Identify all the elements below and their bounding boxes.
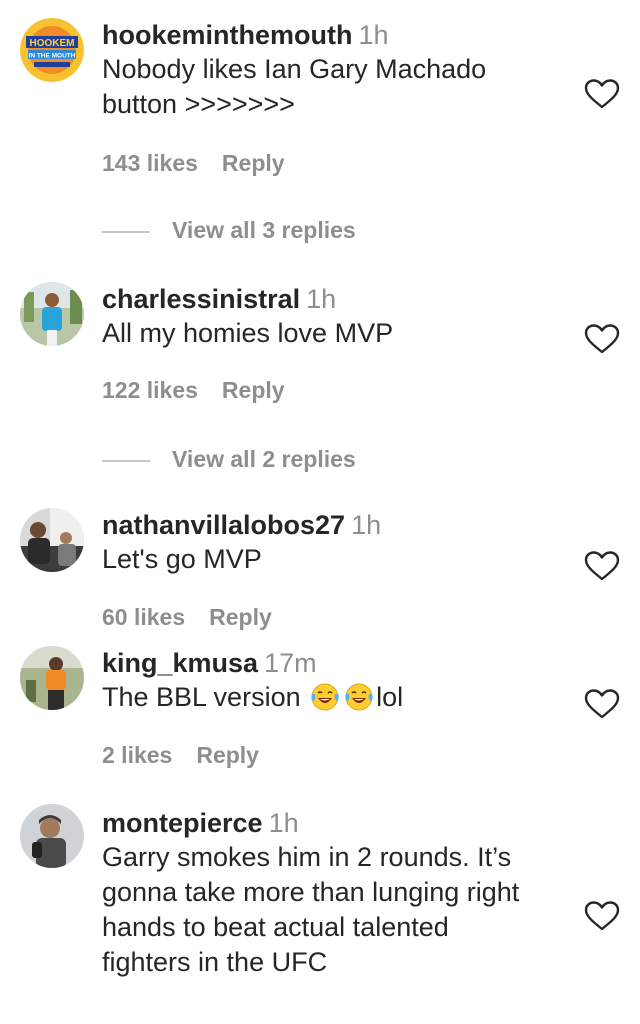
- comment-body: hookeminthemouth 1h Nobody likes Ian Gary…: [102, 18, 572, 122]
- avatar[interactable]: HOOKEM IN THE MOUTH: [20, 18, 84, 82]
- comment-body: nathanvillalobos27 1h Let's go MVP: [102, 508, 572, 577]
- heart-outline-icon: [584, 551, 620, 581]
- comment-actions: 60 likes Reply: [102, 604, 272, 631]
- comment-header: montepierce 1h: [102, 806, 572, 840]
- heart-outline-icon: [584, 324, 620, 354]
- comment-text-line: fighters in the UFC: [102, 947, 328, 977]
- avatar[interactable]: [20, 508, 84, 572]
- comment-text-line: Let's go MVP: [102, 544, 262, 574]
- reply-button[interactable]: Reply: [209, 604, 272, 630]
- comment-text-line: Nobody likes Ian Gary Machado: [102, 54, 487, 84]
- comment-text-line: button >>>>>>>: [102, 89, 295, 119]
- timestamp: 1h: [268, 808, 299, 838]
- timestamp: 17m: [264, 648, 317, 678]
- comment-header: nathanvillalobos27 1h: [102, 508, 572, 542]
- like-button[interactable]: [584, 688, 620, 720]
- comment-text-line: hands to beat actual talented: [102, 912, 449, 942]
- comment-actions: 2 likes Reply: [102, 742, 259, 769]
- reply-button[interactable]: Reply: [222, 377, 285, 403]
- comment-text-line: Garry smokes him in 2 rounds. It’s: [102, 842, 512, 872]
- username[interactable]: montepierce: [102, 808, 263, 838]
- view-replies-button[interactable]: View all 2 replies: [102, 446, 502, 476]
- likes-count[interactable]: 122 likes: [102, 377, 198, 403]
- comment-text-line: gonna take more than lunging right: [102, 877, 520, 907]
- avatar[interactable]: [20, 282, 84, 346]
- username[interactable]: charlessinistral: [102, 284, 300, 314]
- view-replies-label[interactable]: View all 3 replies: [172, 217, 356, 244]
- comment-header: king_kmusa 17m: [102, 646, 572, 680]
- likes-count[interactable]: 60 likes: [102, 604, 185, 630]
- comment-body: montepierce 1h Garry smokes him in 2 roun…: [102, 806, 572, 980]
- username[interactable]: nathanvillalobos27: [102, 510, 345, 540]
- divider-line: [102, 460, 150, 462]
- comment-text: lol: [376, 682, 404, 712]
- reply-button[interactable]: Reply: [196, 742, 259, 768]
- like-button[interactable]: [584, 78, 620, 110]
- username[interactable]: king_kmusa: [102, 648, 258, 678]
- comment-actions: 122 likes Reply: [102, 377, 285, 404]
- likes-count[interactable]: 2 likes: [102, 742, 172, 768]
- avatar-logo-subtext: IN THE MOUTH: [29, 53, 76, 60]
- heart-outline-icon: [584, 689, 620, 719]
- tears-of-joy-emoji: [345, 683, 373, 711]
- heart-outline-icon: [584, 901, 620, 931]
- likes-count[interactable]: 143 likes: [102, 150, 198, 176]
- comment-text-line: All my homies love MVP: [102, 318, 394, 348]
- like-button[interactable]: [584, 900, 620, 932]
- username[interactable]: hookeminthemouth: [102, 20, 353, 50]
- reply-button[interactable]: Reply: [222, 150, 285, 176]
- timestamp: 1h: [351, 510, 382, 540]
- view-replies-button[interactable]: View all 3 replies: [102, 217, 502, 247]
- avatar[interactable]: [20, 804, 84, 868]
- divider-line: [102, 231, 150, 233]
- view-replies-label[interactable]: View all 2 replies: [172, 446, 356, 473]
- heart-outline-icon: [584, 79, 620, 109]
- comment-text-line: The BBL version lol: [102, 680, 572, 715]
- comment-actions: 143 likes Reply: [102, 150, 285, 177]
- comment-header: hookeminthemouth 1h: [102, 18, 572, 52]
- avatar[interactable]: [20, 646, 84, 710]
- avatar-logo-text: HOOKEM: [30, 38, 75, 49]
- timestamp: 1h: [306, 284, 337, 314]
- comment-body: charlessinistral 1h All my homies love MV…: [102, 282, 572, 351]
- comment-body: king_kmusa 17m The BBL version lol: [102, 646, 572, 715]
- like-button[interactable]: [584, 550, 620, 582]
- timestamp: 1h: [358, 20, 389, 50]
- tears-of-joy-emoji: [311, 683, 339, 711]
- comment-text: The BBL version: [102, 682, 301, 712]
- like-button[interactable]: [584, 323, 620, 355]
- comment-header: charlessinistral 1h: [102, 282, 572, 316]
